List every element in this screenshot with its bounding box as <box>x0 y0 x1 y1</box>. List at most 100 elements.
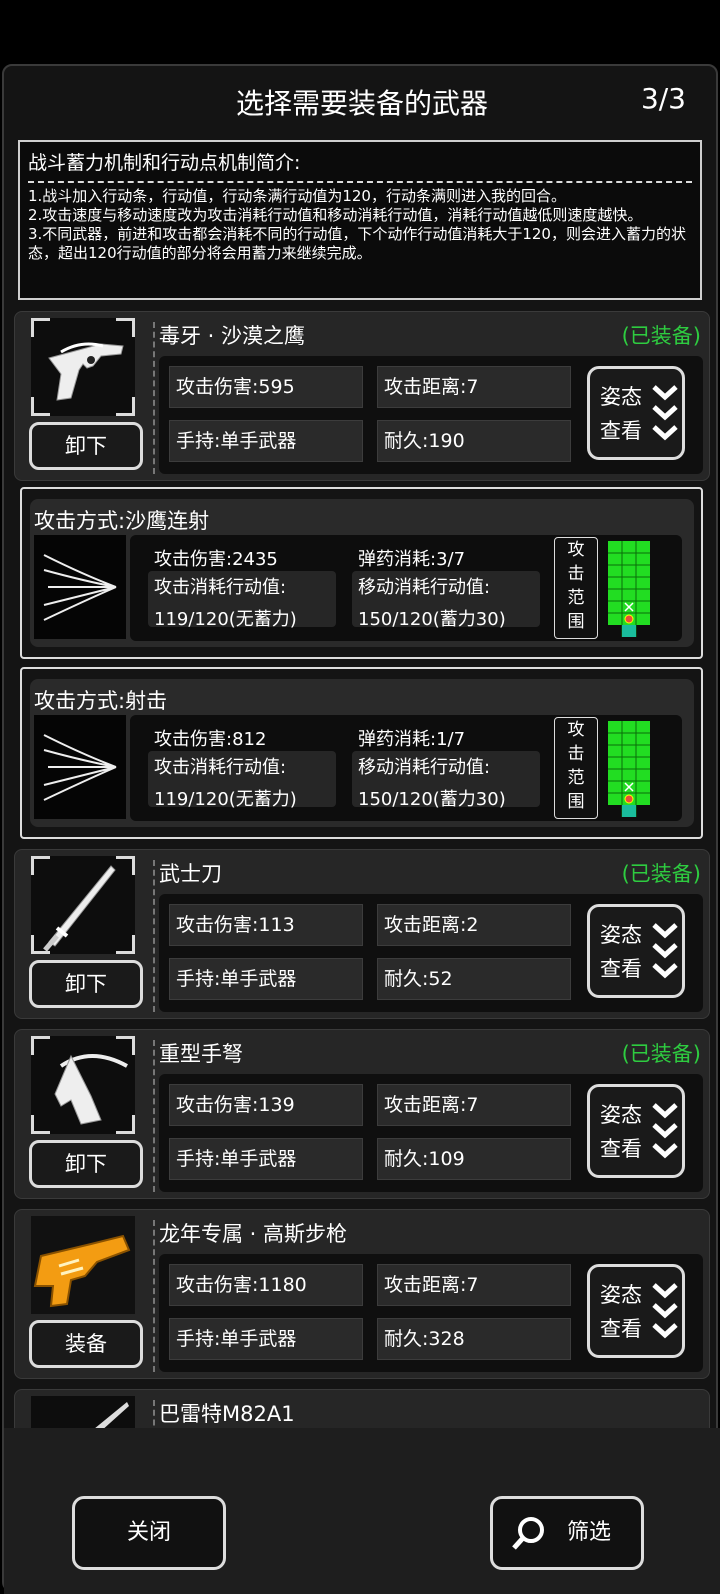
attack-cost-value: 119/120(无蓄力) <box>154 789 297 810</box>
pose-label: 姿态 <box>600 1283 642 1307</box>
attack-range-button[interactable]: 攻击范围 <box>554 717 598 819</box>
weapon-stats: 攻击伤害:113 攻击距离:2 手持:单手武器 耐久:52 姿态 查看 <box>159 894 703 1012</box>
pose-view-button[interactable]: 姿态 查看 <box>587 1084 685 1178</box>
attack-mode-name: 攻击方式:射击 <box>34 689 168 713</box>
intro-heading: 战斗蓄力机制和行动点机制简介: <box>28 148 692 183</box>
stat-durability: 耐久:190 <box>377 420 571 462</box>
weapon-card: 卸下 重型手弩 (已装备) 攻击伤害:139 攻击距离:7 手持:单手武器 耐久… <box>14 1029 710 1199</box>
pose-view-button[interactable]: 姿态 查看 <box>587 366 685 460</box>
attack-mode-panel: 攻击方式:射击 攻击伤害:812 弹药消耗:1/7 攻击消耗行动值: 移动消耗行… <box>20 667 703 839</box>
attack-range-label: 攻击范围 <box>567 540 585 632</box>
unequip-button[interactable]: 卸下 <box>29 1140 143 1188</box>
bullet-burst-icon <box>34 715 126 819</box>
weapon-list[interactable]: 卸下 毒牙 · 沙漠之鹰 (已装备) 攻击伤害:595 攻击距离:7 手持:单手… <box>12 311 712 1429</box>
panel-title: 选择需要装备的武器 <box>235 87 488 120</box>
weapon-card: 卸下 武士刀 (已装备) 攻击伤害:113 攻击距离:2 手持:单手武器 耐久:… <box>14 849 710 1019</box>
chevron-down-icon <box>652 385 678 441</box>
attack-cost-label: 攻击消耗行动值: <box>154 757 287 778</box>
weapon-card: 巴雷特M82A1 <box>14 1389 710 1429</box>
attack-mode-stats: 攻击伤害:812 弹药消耗:1/7 攻击消耗行动值: 移动消耗行动值: 119/… <box>130 715 682 821</box>
attack-damage: 攻击伤害:2435 <box>154 549 278 570</box>
weapon-stats: 攻击伤害:1180 攻击距离:7 手持:单手武器 耐久:328 姿态 查看 <box>159 1254 703 1372</box>
attack-range-label: 攻击范围 <box>567 720 585 812</box>
stat-range: 攻击距离:2 <box>377 904 571 946</box>
filter-button[interactable]: 筛选 <box>490 1496 644 1570</box>
weapon-name: 龙年专属 · 高斯步枪 <box>159 1222 348 1246</box>
close-button[interactable]: 关闭 <box>72 1496 226 1570</box>
equipped-status: (已装备) <box>621 1042 701 1066</box>
crossbow-icon <box>54 1054 128 1125</box>
intro-line: 1.战斗加入行动条，行动值，行动条满行动值为120，行动条满则进入我的回合。 <box>28 187 566 205</box>
move-cost-value: 150/120(蓄力30) <box>358 789 506 810</box>
pose-label: 姿态 <box>600 1103 642 1127</box>
weapon-thumbnail <box>31 318 135 416</box>
unequip-button[interactable]: 卸下 <box>29 960 143 1008</box>
pose-view-button[interactable]: 姿态 查看 <box>587 1264 685 1358</box>
intro-line: 3.不同武器，前进和攻击都会消耗不同的行动值，下个动作行动值消耗大于120，则会… <box>28 225 686 262</box>
attack-mode-name: 攻击方式:沙鹰连射 <box>34 509 210 533</box>
move-cost-label: 移动消耗行动值: <box>358 757 491 778</box>
revolver-icon <box>48 342 124 401</box>
attack-range-grid <box>608 721 650 817</box>
weapon-name: 武士刀 <box>159 862 222 886</box>
attack-damage: 攻击伤害:812 <box>154 729 267 750</box>
weapon-thumbnail <box>31 1036 135 1134</box>
filter-label: 筛选 <box>567 1520 612 1545</box>
stat-hold: 手持:单手武器 <box>169 1318 363 1360</box>
view-label: 查看 <box>600 1317 642 1341</box>
stat-damage: 攻击伤害:139 <box>169 1084 363 1126</box>
stat-range: 攻击距离:7 <box>377 366 571 408</box>
weapon-thumbnail <box>31 1396 135 1429</box>
attack-cost-label: 攻击消耗行动值: <box>154 577 287 598</box>
attack-range-grid <box>608 541 650 637</box>
move-cost-value: 150/120(蓄力30) <box>358 609 506 630</box>
stat-hold: 手持:单手武器 <box>169 958 363 1000</box>
view-label: 查看 <box>600 419 642 443</box>
stat-range: 攻击距离:7 <box>377 1084 571 1126</box>
stat-damage: 攻击伤害:113 <box>169 904 363 946</box>
search-icon <box>512 1517 544 1550</box>
ammo-cost: 弹药消耗:3/7 <box>358 549 466 570</box>
attack-mode-card: 攻击方式:沙鹰连射 攻击伤害:2435 弹药消耗:3/7 攻击消耗行动值: 移动… <box>30 499 694 647</box>
stat-hold: 手持:单手武器 <box>169 420 363 462</box>
weapon-name: 毒牙 · 沙漠之鹰 <box>159 324 306 348</box>
stat-damage: 攻击伤害:1180 <box>169 1264 363 1306</box>
weapon-select-panel: 选择需要装备的武器 3/3 战斗蓄力机制和行动点机制简介: 1.战斗加入行动条，… <box>2 64 720 1594</box>
sniper-rifle-icon <box>94 1402 129 1429</box>
weapon-thumbnail <box>31 1216 135 1314</box>
bottom-bar: 关闭 筛选 <box>4 1428 720 1594</box>
stat-durability: 耐久:328 <box>377 1318 571 1360</box>
equipped-status: (已装备) <box>621 862 701 886</box>
stat-durability: 耐久:52 <box>377 958 571 1000</box>
weapon-card: 卸下 毒牙 · 沙漠之鹰 (已装备) 攻击伤害:595 攻击距离:7 手持:单手… <box>14 311 710 481</box>
pose-label: 姿态 <box>600 385 642 409</box>
attack-cost-value: 119/120(无蓄力) <box>154 609 297 630</box>
equip-button[interactable]: 装备 <box>29 1320 143 1368</box>
chevron-down-icon <box>652 923 678 979</box>
stat-hold: 手持:单手武器 <box>169 1138 363 1180</box>
stat-range: 攻击距离:7 <box>377 1264 571 1306</box>
weapon-name: 巴雷特M82A1 <box>159 1402 295 1426</box>
weapon-name: 重型手弩 <box>159 1042 243 1066</box>
attack-mode-stats: 攻击伤害:2435 弹药消耗:3/7 攻击消耗行动值: 移动消耗行动值: 119… <box>130 535 682 641</box>
view-label: 查看 <box>600 1137 642 1161</box>
weapon-stats: 攻击伤害:139 攻击距离:7 手持:单手武器 耐久:109 姿态 查看 <box>159 1074 703 1192</box>
stat-durability: 耐久:109 <box>377 1138 571 1180</box>
page-indicator: 3/3 <box>640 82 686 115</box>
view-label: 查看 <box>600 957 642 981</box>
chevron-down-icon <box>652 1283 678 1339</box>
attack-range-button[interactable]: 攻击范围 <box>554 537 598 639</box>
move-cost-label: 移动消耗行动值: <box>358 577 491 598</box>
pose-label: 姿态 <box>600 923 642 947</box>
weapon-card: 装备 龙年专属 · 高斯步枪 攻击伤害:1180 攻击距离:7 手持:单手武器 … <box>14 1209 710 1379</box>
pose-view-button[interactable]: 姿态 查看 <box>587 904 685 998</box>
unequip-button[interactable]: 卸下 <box>29 422 143 470</box>
gauss-rifle-icon <box>33 1234 131 1308</box>
attack-mode-panel: 攻击方式:沙鹰连射 攻击伤害:2435 弹药消耗:3/7 攻击消耗行动值: 移动… <box>20 487 703 659</box>
chevron-down-icon <box>652 1103 678 1159</box>
attack-mode-card: 攻击方式:射击 攻击伤害:812 弹药消耗:1/7 攻击消耗行动值: 移动消耗行… <box>30 679 694 827</box>
ammo-cost: 弹药消耗:1/7 <box>358 729 466 750</box>
mechanic-intro-box: 战斗蓄力机制和行动点机制简介: 1.战斗加入行动条，行动值，行动条满行动值为12… <box>18 140 702 300</box>
bullet-burst-icon <box>34 535 126 639</box>
weapon-thumbnail <box>31 856 135 954</box>
